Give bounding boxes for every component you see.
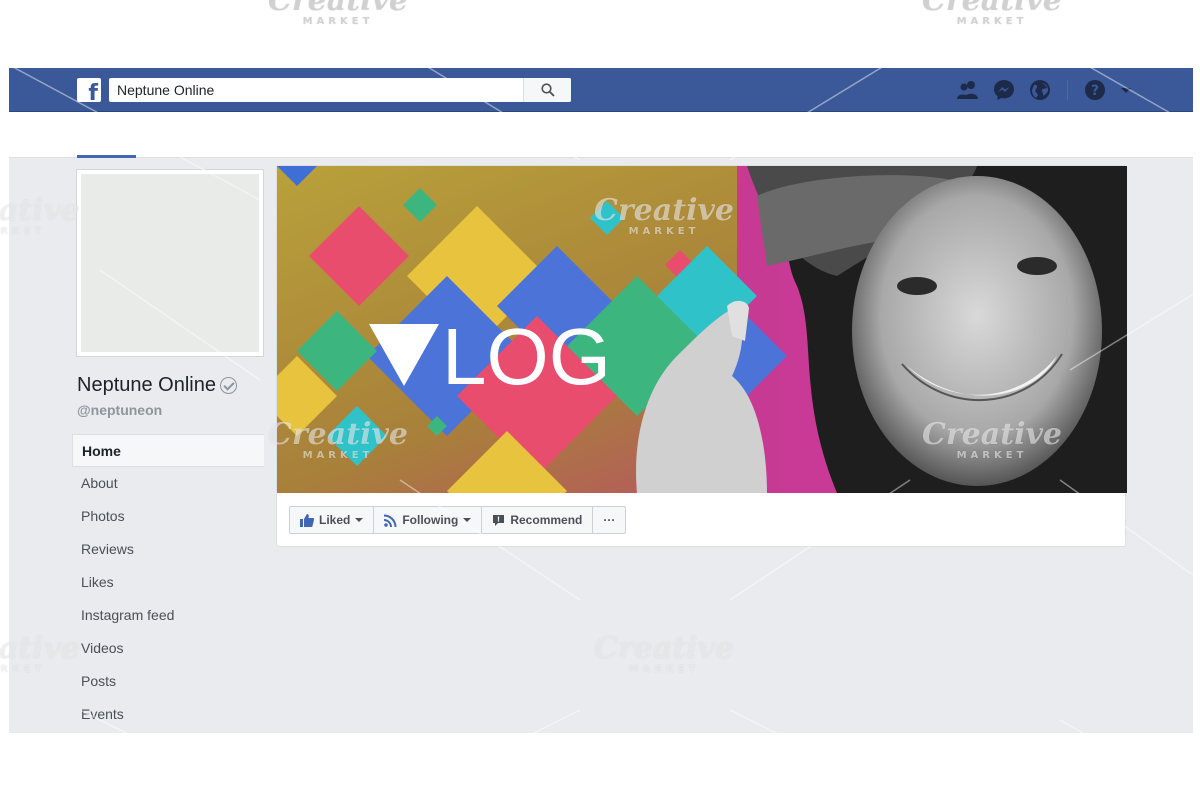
sidebar-item-about[interactable]: About	[72, 467, 264, 500]
svg-text:?: ?	[1091, 83, 1099, 99]
page-handle[interactable]: @neptuneon	[77, 402, 162, 418]
secondary-tab-strip	[9, 112, 1193, 158]
globe-icon[interactable]	[1028, 78, 1052, 102]
cover-artwork: LOG	[277, 166, 1127, 493]
nav-divider	[1067, 80, 1068, 100]
thumbs-up-icon	[300, 513, 314, 527]
cover-action-buttons: Liked Following ! Recommend ···	[289, 506, 627, 534]
main-content: Neptune Online @neptuneon Home About Pho…	[9, 158, 1193, 733]
cover-photo[interactable]: LOG	[277, 166, 1127, 493]
top-nav-icons: ?	[956, 78, 1131, 102]
recommend-label: Recommend	[510, 513, 583, 527]
liked-label: Liked	[319, 513, 351, 527]
facebook-logo[interactable]: f	[77, 78, 101, 105]
cover-card: LOG Liked Following ! Recommend ···	[276, 165, 1127, 547]
search-button[interactable]	[523, 78, 571, 102]
following-caret-icon	[463, 518, 472, 522]
page-title[interactable]: Neptune Online	[77, 374, 216, 397]
liked-caret-icon	[355, 518, 364, 522]
account-menu-caret-icon[interactable]	[1121, 87, 1131, 93]
more-dots-icon: ···	[603, 513, 616, 527]
sidebar-item-photos[interactable]: Photos	[72, 500, 264, 533]
sidebar-item-home[interactable]: Home	[72, 434, 264, 467]
page-canvas: f Neptune Online ? Neptune Online @neptu…	[0, 0, 1200, 800]
watermark: CreativeMARKET	[268, 0, 408, 27]
following-button[interactable]: Following	[373, 506, 483, 534]
rss-icon	[384, 514, 397, 527]
cover-title: LOG	[442, 312, 611, 401]
sidebar-navigation: Home About Photos Reviews Likes Instagra…	[72, 434, 264, 731]
messenger-icon[interactable]	[992, 78, 1016, 102]
liked-button[interactable]: Liked	[289, 506, 375, 534]
help-icon[interactable]: ?	[1083, 78, 1107, 102]
page-name-row: Neptune Online	[77, 374, 237, 397]
search-bar	[109, 78, 571, 102]
verified-check-icon	[219, 377, 237, 394]
following-label: Following	[402, 513, 459, 527]
sidebar-item-likes[interactable]: Likes	[72, 566, 264, 599]
svg-text:!: !	[497, 515, 500, 523]
sidebar-item-events[interactable]: Events	[72, 698, 264, 731]
sidebar-item-reviews[interactable]: Reviews	[72, 533, 264, 566]
sidebar-item-instagram-feed[interactable]: Instagram feed	[72, 599, 264, 632]
watermark: CreativeMARKET	[922, 0, 1062, 27]
speech-bubble-icon: !	[493, 514, 505, 526]
recommend-button[interactable]: ! Recommend	[481, 506, 594, 534]
sidebar-item-videos[interactable]: Videos	[72, 632, 264, 665]
friends-icon[interactable]	[956, 78, 980, 102]
profile-picture[interactable]	[77, 170, 263, 356]
sidebar-item-posts[interactable]: Posts	[72, 665, 264, 698]
search-icon	[540, 83, 555, 97]
search-input[interactable]	[109, 78, 523, 102]
top-navigation-bar: f Neptune Online ?	[9, 68, 1193, 112]
more-options-button[interactable]: ···	[592, 506, 627, 534]
